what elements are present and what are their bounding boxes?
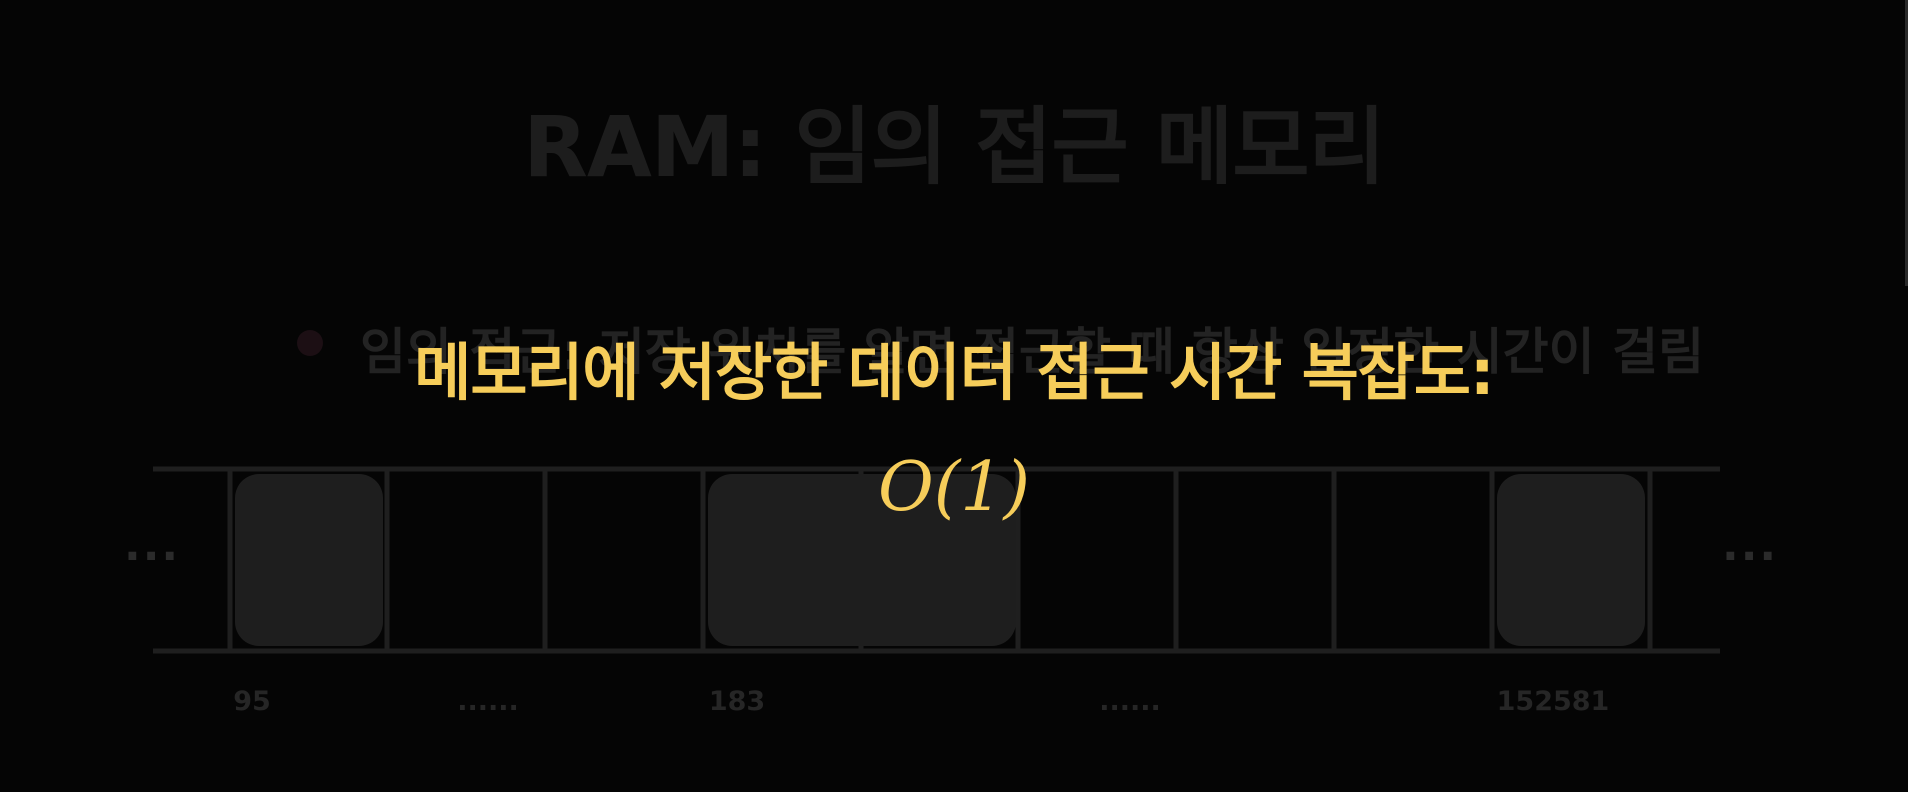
address-label: 152581 xyxy=(1496,686,1610,717)
slide: RAM: 임의 접근 메모리 임의 접근: 저장 위치를 알면 접근할 때 항상… xyxy=(0,0,1908,792)
address-label: ...... xyxy=(457,686,519,717)
complexity-formula: O(1) xyxy=(877,448,1031,527)
complexity-heading: 메모리에 저장한 데이터 접근 시간 복잡도: xyxy=(414,336,1494,409)
memory-ellipsis-left: ... xyxy=(124,520,181,571)
address-label: ...... xyxy=(1099,686,1161,717)
memory-ellipsis-right: ... xyxy=(1722,520,1779,571)
address-label: 95 xyxy=(233,686,271,717)
address-label: 183 xyxy=(708,686,766,717)
